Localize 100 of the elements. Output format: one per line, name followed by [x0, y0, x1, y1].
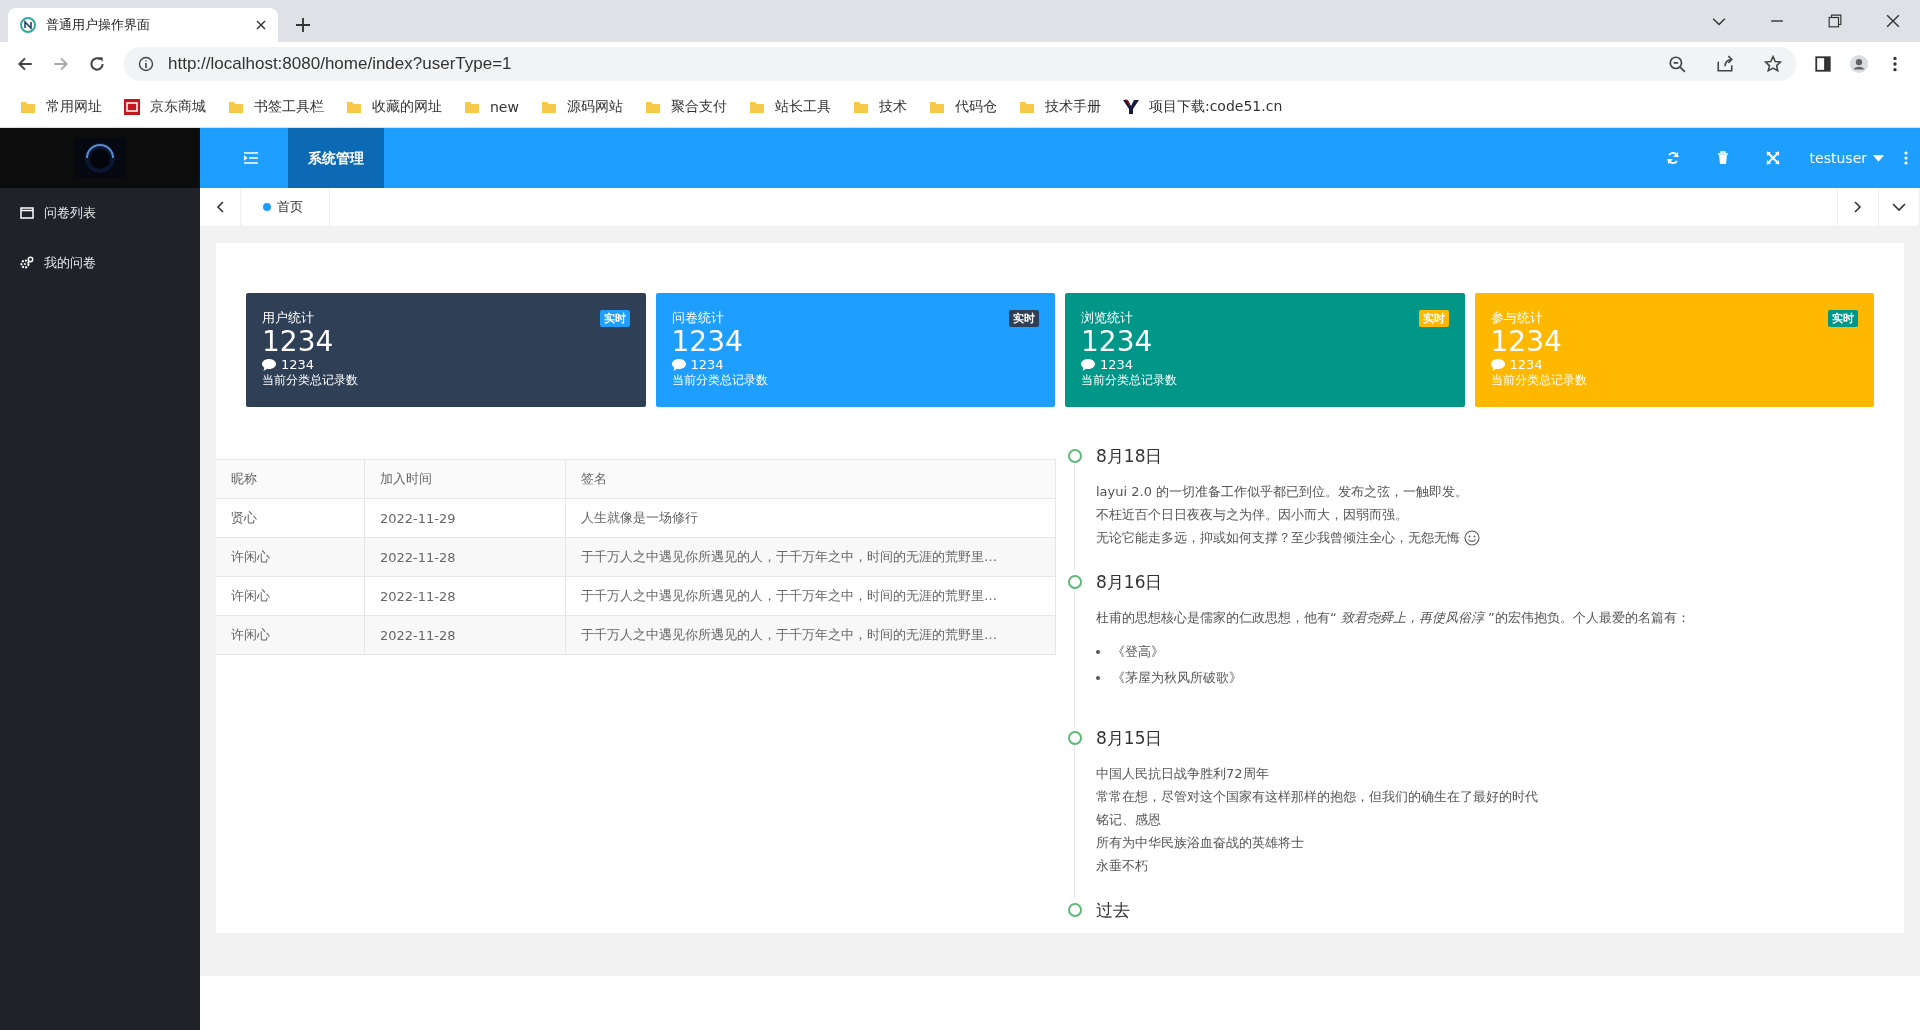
timeline-dot — [1068, 731, 1082, 745]
table-cell: 2022-11-29 — [364, 498, 566, 538]
site-logo-icon — [20, 17, 36, 33]
timeline-text: 杜甫的思想核心是儒家的仁政思想，他有“ 致君尧舜上，再使风俗淳 ”的宏伟抱负。个人最爱的名篇有： — [1096, 609, 1690, 627]
live-badge: 实时 — [599, 309, 630, 327]
stat-count: 1234 — [281, 357, 315, 372]
stat-title: 用户统计 — [262, 309, 314, 327]
logo-icon — [75, 138, 125, 178]
close-icon[interactable] — [1886, 14, 1900, 28]
bookmark[interactable]: 项目下载:code51.cn — [1122, 97, 1283, 116]
stat-title: 参与统计 — [1490, 309, 1543, 327]
timeline-dot — [1068, 575, 1082, 589]
gears-icon — [20, 256, 34, 270]
comment-icon — [671, 358, 686, 371]
stat-note: 当前分类总记录数 — [1081, 372, 1178, 389]
timeline-text: 常常在想，尽管对这个国家有这样那样的抱怨，但我们的确生在了最好的时代 — [1096, 788, 1538, 806]
timeline-text: 无论它能走多远，抑或如何支撑？至少我曾倾注全心，无怨无悔 — [1096, 529, 1460, 547]
live-badge: 实时 — [1009, 309, 1039, 327]
table-cell: 许闲心 — [216, 615, 365, 655]
table-cell: 2022-11-28 — [364, 537, 566, 577]
browser-tab[interactable]: 普通用户操作界面 — [8, 8, 278, 42]
comment-icon — [1490, 358, 1505, 371]
table-cell: 于千万人之中遇见你所遇见的人，于千万年之中，时间的无涯的荒野里… — [565, 615, 1056, 655]
timeline-text: 所有为中华民族浴血奋战的英雄将士 — [1096, 834, 1304, 852]
window-icon — [20, 206, 34, 220]
timeline-text: 不枉近百个日日夜夜与之为伴。因小而大，因弱而强。 — [1096, 506, 1408, 524]
sidebar-item[interactable]: 问卷列表 — [0, 188, 200, 238]
table-cell: 贤心 — [216, 498, 365, 538]
comment-icon — [262, 358, 276, 371]
star-icon[interactable] — [1764, 55, 1782, 73]
list-item: 《登高》 — [1112, 643, 1164, 661]
timeline-dot — [1068, 449, 1082, 463]
nav-tab[interactable]: 系统管理 — [288, 128, 384, 188]
info-icon — [138, 56, 154, 72]
profile-icon[interactable] — [1850, 55, 1868, 73]
stat-note: 当前分类总记录数 — [671, 372, 769, 389]
table-cell: 2022-11-28 — [364, 576, 566, 616]
comment-icon — [1081, 358, 1095, 371]
bookmark[interactable]: 技术 — [852, 97, 907, 116]
shop-logo-icon — [124, 98, 140, 115]
column-header: 签名 — [565, 459, 1056, 499]
back-icon[interactable] — [16, 55, 34, 73]
bookmark[interactable]: 收藏的网址 — [346, 97, 442, 116]
list-item: 《茅屋为秋风所破歌》 — [1112, 669, 1242, 687]
table-cell: 于千万人之中遇见你所遇见的人，于千万年之中，时间的无涯的荒野里… — [565, 537, 1056, 577]
caret-icon — [1873, 154, 1884, 162]
timeline-text: 中国人民抗日战争胜利72周年 — [1096, 765, 1269, 783]
table-cell: 2022-11-28 — [364, 615, 566, 655]
bookmark[interactable]: 聚合支付 — [644, 97, 727, 116]
timeline-date: 过去 — [1096, 899, 1130, 922]
timeline-text: layui 2.0 的一切准备工作似乎都已到位。发布之弦，一触即发。 — [1096, 483, 1469, 501]
stat-value: 1234 — [1081, 327, 1154, 357]
page-tab[interactable]: 首页 — [241, 188, 330, 226]
table-cell: 于千万人之中遇见你所遇见的人，于千万年之中，时间的无涯的荒野里… — [565, 576, 1056, 616]
bookmark[interactable]: 书签工具栏 — [228, 97, 324, 116]
share-icon[interactable] — [1716, 55, 1734, 73]
timeline-date: 8月16日 — [1096, 571, 1164, 594]
smiley-icon — [1464, 529, 1480, 546]
timeline-text: 永垂不朽 — [1096, 857, 1148, 875]
site-logo-icon — [1122, 98, 1139, 115]
bookmark[interactable]: 代码仓 — [928, 97, 997, 116]
url-text: http://localhost:8080/home/index?userType=1 — [168, 54, 513, 74]
bookmark[interactable]: 源码网站 — [540, 97, 623, 116]
stat-value: 1234 — [671, 327, 744, 357]
side-panel-icon[interactable] — [1814, 55, 1832, 73]
reload-icon[interactable] — [88, 55, 106, 73]
timeline-dot — [1068, 903, 1082, 917]
stat-note: 当前分类总记录数 — [262, 372, 359, 389]
tab-title: 普通用户操作界面 — [46, 16, 150, 34]
bookmark[interactable]: 常用网址 — [20, 97, 102, 116]
column-header: 昵称 — [216, 459, 365, 499]
stat-count: 1234 — [1509, 357, 1543, 372]
bullet-icon — [1096, 676, 1100, 680]
zoom-icon[interactable] — [1668, 55, 1686, 73]
stat-title: 浏览统计 — [1081, 309, 1133, 327]
bookmark[interactable]: 京东商城 — [124, 97, 206, 116]
sidebar-item[interactable]: 我的问卷 — [0, 238, 200, 288]
live-badge: 实时 — [1418, 309, 1449, 327]
stat-count: 1234 — [1100, 357, 1134, 372]
bookmark[interactable]: 站长工具 — [748, 97, 831, 116]
timeline-text: 铭记、感恩 — [1096, 811, 1161, 829]
table-cell: 许闲心 — [216, 576, 365, 616]
table-cell: 许闲心 — [216, 537, 365, 577]
stat-value: 1234 — [262, 327, 335, 357]
address-bar[interactable]: http://localhost:8080/home/index?userType=1 — [124, 47, 1796, 81]
bookmark[interactable]: new — [464, 98, 519, 115]
new-tab-icon[interactable] — [296, 18, 310, 32]
stat-note: 当前分类总记录数 — [1490, 372, 1588, 389]
live-badge: 实时 — [1828, 309, 1858, 327]
column-header: 加入时间 — [364, 459, 566, 499]
stat-value: 1234 — [1490, 327, 1563, 357]
timeline-date: 8月15日 — [1096, 727, 1164, 750]
bookmark[interactable]: 技术手册 — [1018, 97, 1101, 116]
timeline-date: 8月18日 — [1096, 445, 1164, 468]
close-icon[interactable] — [256, 20, 266, 30]
stat-count: 1234 — [690, 357, 724, 372]
stat-title: 问卷统计 — [671, 309, 724, 327]
bullet-icon — [1096, 650, 1100, 654]
restore-icon[interactable] — [1828, 14, 1842, 28]
table-cell: 人生就像是一场修行 — [565, 498, 1056, 538]
